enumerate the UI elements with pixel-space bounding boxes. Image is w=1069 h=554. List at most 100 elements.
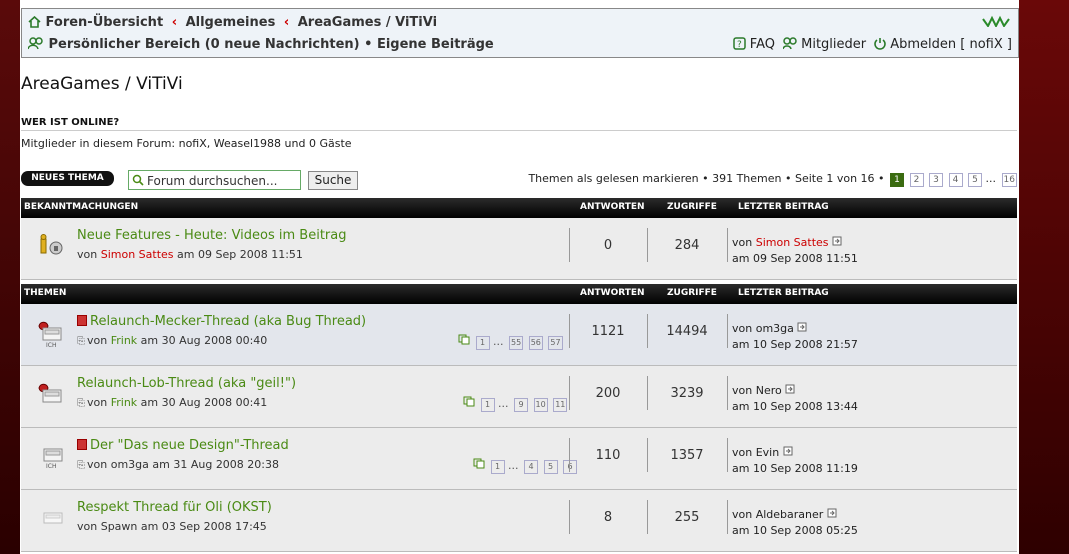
last-post-date: am 10 Sep 2008 11:19: [732, 462, 858, 475]
replies-column-header: ANTWORTEN: [580, 288, 645, 298]
topic-page-link[interactable]: 5: [543, 460, 558, 474]
hot-topic-icon: ICH: [37, 318, 67, 351]
views-column-header: ZUGRIFFE: [667, 202, 717, 212]
crumb-separator-icon: ‹: [283, 15, 290, 30]
page-title: AreaGames / ViTiVi: [21, 74, 183, 94]
author-link[interactable]: Spawn: [101, 520, 138, 533]
page-link[interactable]: 4: [948, 173, 963, 187]
own-posts-link[interactable]: Eigene Beiträge: [377, 37, 494, 52]
svg-text:ICH: ICH: [46, 342, 56, 348]
topic-meta: ⎘ von Frink am 30 Aug 2008 00:40: [77, 334, 267, 347]
topic-page-link[interactable]: 4: [524, 460, 538, 474]
goto-post-icon[interactable]: [797, 322, 807, 332]
topic-page-link[interactable]: 57: [548, 336, 563, 350]
topic-row[interactable]: Respekt Thread für Oli (OKST) von Spawn …: [21, 490, 1017, 552]
topic-read-icon: [43, 510, 65, 529]
last-author-link[interactable]: Evin: [756, 446, 780, 459]
crumb-separator-icon: ‹: [171, 15, 178, 30]
breadcrumb: Foren-Übersicht ‹ Allgemeines ‹ AreaGame…: [28, 15, 437, 32]
post-date: am 31 Aug 2008 20:38: [152, 458, 280, 471]
author-link[interactable]: Frink: [111, 396, 137, 409]
goto-post-icon[interactable]: [832, 236, 842, 246]
topic-row[interactable]: ICH Relaunch-Mecker-Thread (aka Bug Thre…: [21, 304, 1017, 366]
divider: [727, 228, 728, 262]
goto-post-icon[interactable]: [827, 508, 837, 518]
home-icon[interactable]: [28, 15, 41, 32]
topic-title-link[interactable]: Respekt Thread für Oli (OKST): [77, 500, 272, 515]
topic-page-link[interactable]: 1: [475, 336, 490, 350]
search-input[interactable]: Forum durchsuchen...: [128, 170, 301, 190]
navbar: Foren-Übersicht ‹ Allgemeines ‹ AreaGame…: [21, 8, 1019, 58]
search-button[interactable]: Suche: [308, 171, 358, 190]
topic-page-link[interactable]: 1: [490, 460, 505, 474]
topic-row[interactable]: ICH Der "Das neue Design"-Thread ⎘ von om…: [21, 428, 1017, 490]
author-link[interactable]: Simon Sattes: [101, 248, 174, 261]
personal-area-link[interactable]: Persönlicher Bereich (0 neue Nachrichten…: [49, 37, 360, 52]
announcement-icon: [37, 234, 67, 263]
topic-page-link[interactable]: 1: [480, 398, 495, 412]
attachment-icon: ⎘: [77, 336, 85, 347]
announcement-row[interactable]: Neue Features - Heute: Videos im Beitrag…: [21, 218, 1017, 280]
topic-title-link[interactable]: Relaunch-Mecker-Thread (aka Bug Thread): [90, 314, 366, 329]
views-count: 255: [674, 510, 700, 525]
by-label: von: [77, 248, 98, 261]
page-link[interactable]: 5: [968, 173, 983, 187]
page-link[interactable]: 1: [890, 173, 905, 187]
divider: [727, 500, 728, 534]
faq-link[interactable]: FAQ: [750, 37, 775, 52]
views-count: 3239: [670, 386, 704, 401]
last-post-author: von om3ga: [732, 322, 807, 335]
topic-meta: ⎘ von om3ga am 31 Aug 2008 20:38: [77, 458, 279, 471]
author-link[interactable]: Frink: [111, 334, 137, 347]
crumb-index[interactable]: Foren-Übersicht: [46, 15, 164, 30]
last-post-date: am 10 Sep 2008 13:44: [732, 400, 858, 413]
post-date: am 03 Sep 2008 17:45: [140, 520, 267, 533]
attachment-icon: ⎘: [77, 398, 85, 409]
page-link[interactable]: 3: [929, 173, 944, 187]
topic-title-link[interactable]: Relaunch-Lob-Thread (aka "geil!"): [77, 376, 296, 391]
topic-page-link[interactable]: 55: [509, 336, 524, 350]
logout-link[interactable]: Abmelden [ nofiX ]: [890, 37, 1012, 52]
last-author-link[interactable]: Simon Sattes: [756, 236, 829, 249]
last-author-link[interactable]: Nero: [756, 384, 782, 397]
topic-pages: 1 ... 55 56 57: [458, 334, 563, 350]
hot-topic-icon: [37, 380, 67, 413]
topic-page-link[interactable]: 56: [528, 336, 543, 350]
members-icon: [782, 37, 797, 54]
page-link[interactable]: 2: [909, 173, 924, 187]
announcement-title[interactable]: Neue Features - Heute: Videos im Beitrag: [77, 228, 347, 243]
views-count: 14494: [666, 324, 708, 339]
last-author-link[interactable]: Aldebaraner: [756, 508, 824, 521]
topic-pages: 1 ... 9 10 11: [463, 396, 568, 412]
topic-title-link[interactable]: Der "Das neue Design"-Thread: [90, 438, 289, 453]
post-date: am 09 Sep 2008 11:51: [177, 248, 303, 261]
replies-count: 200: [595, 386, 621, 401]
page-link[interactable]: 16: [1001, 173, 1017, 187]
pages-ellipsis: ...: [498, 397, 509, 410]
new-topic-button[interactable]: NEUES THEMA: [21, 171, 114, 186]
topic-page-link[interactable]: 9: [514, 398, 528, 412]
crumb-forum[interactable]: AreaGames / ViTiVi: [298, 15, 437, 30]
pages-icon: [458, 334, 470, 345]
crumb-general[interactable]: Allgemeines: [186, 15, 276, 30]
topic-page-link[interactable]: 11: [553, 398, 568, 412]
pager-text: Themen als gelesen markieren • 391 Theme…: [528, 172, 885, 185]
background-right: [1019, 0, 1069, 554]
pagination: Themen als gelesen markieren • 391 Theme…: [528, 172, 1017, 187]
pages-ellipsis: ...: [508, 459, 519, 472]
members-link[interactable]: Mitglieder: [801, 37, 866, 52]
goto-post-icon[interactable]: [785, 384, 795, 394]
hot-flag-icon: [77, 439, 87, 450]
author-link[interactable]: om3ga: [111, 458, 149, 471]
topic-page-link[interactable]: 10: [533, 398, 548, 412]
goto-post-icon[interactable]: [783, 446, 793, 456]
last-author-link[interactable]: om3ga: [756, 322, 794, 335]
topic-row[interactable]: Relaunch-Lob-Thread (aka "geil!") ⎘ von F…: [21, 366, 1017, 428]
bullet: •: [364, 37, 373, 52]
power-icon: [874, 37, 886, 54]
last-post-author: von Aldebaraner: [732, 508, 837, 521]
views-column-header: ZUGRIFFE: [667, 288, 717, 298]
by-label: von: [87, 396, 108, 409]
attachment-icon: ⎘: [77, 460, 85, 471]
background-left: [0, 0, 20, 554]
